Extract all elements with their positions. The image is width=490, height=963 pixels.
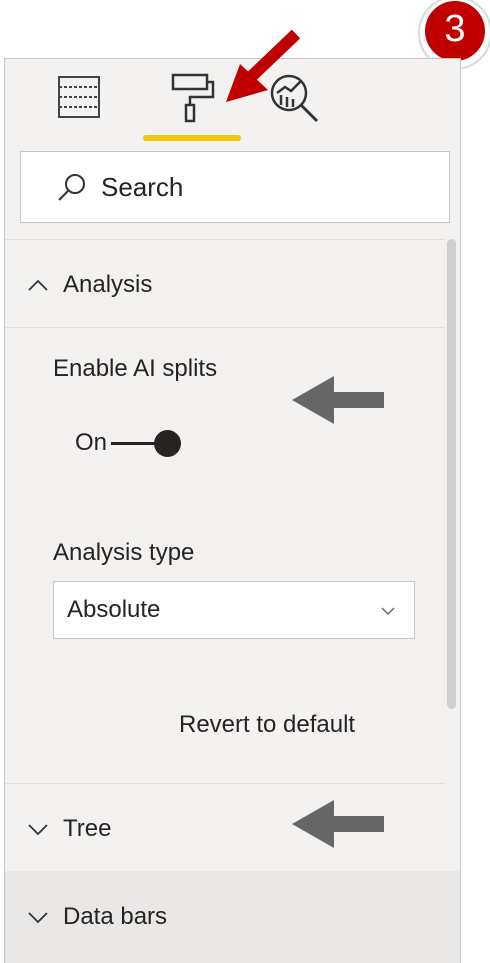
divider (5, 783, 445, 784)
enable-ai-splits-label: Enable AI splits (53, 355, 218, 382)
chevron-up-icon (28, 279, 48, 291)
gray-arrow-icon (292, 800, 384, 848)
search-icon (58, 174, 85, 201)
chevron-down-icon (381, 607, 395, 616)
toggle-knob (154, 429, 182, 457)
divider (5, 239, 445, 240)
chevron-down-icon (28, 912, 48, 924)
revert-to-default-link[interactable]: Revert to default (179, 711, 355, 739)
format-pane: Search Analysis Enable AI splits On Anal… (4, 58, 461, 963)
ai-splits-toggle[interactable]: On (75, 429, 182, 457)
divider (5, 327, 445, 328)
red-arrow-icon (226, 29, 301, 102)
section-header-analysis[interactable]: Analysis (5, 241, 445, 329)
step-number: 3 (444, 8, 466, 50)
section-header-data-bars-row: Data bars (5, 873, 445, 961)
chevron-down-icon (28, 824, 48, 836)
search-placeholder: Search (101, 171, 184, 202)
toggle-state-label: On (75, 429, 108, 456)
search-input[interactable]: Search (20, 151, 450, 223)
analysis-type-dropdown[interactable]: Absolute (53, 581, 415, 639)
analysis-type-value: Absolute (67, 596, 161, 623)
tab-fields[interactable] (49, 67, 109, 127)
section-title-analysis: Analysis (63, 271, 153, 298)
scrollbar[interactable] (447, 239, 456, 709)
gray-arrow-icon (292, 376, 384, 424)
section-header-data-bars[interactable]: Data bars (5, 871, 460, 963)
analysis-type-label: Analysis type (53, 539, 195, 566)
section-title-tree: Tree (63, 815, 112, 842)
tab-format[interactable] (161, 67, 221, 127)
toggle-track (111, 429, 182, 457)
section-title-data-bars: Data bars (63, 903, 168, 930)
active-tab-indicator (143, 135, 241, 141)
paint-roller-icon (171, 73, 215, 123)
table-fields-icon (58, 76, 100, 118)
